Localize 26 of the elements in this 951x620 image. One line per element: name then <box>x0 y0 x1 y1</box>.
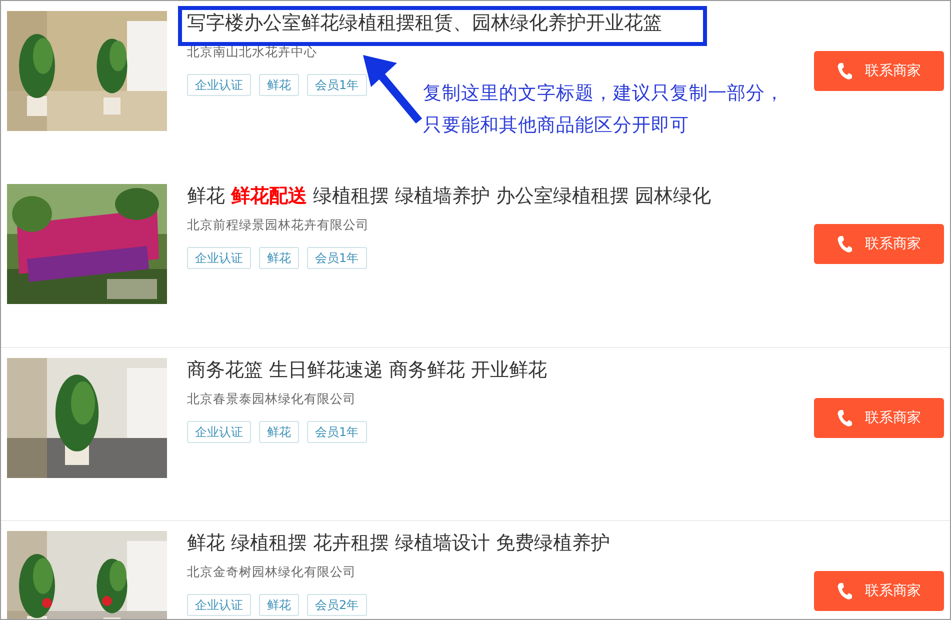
phone-icon <box>837 62 853 80</box>
phone-icon <box>837 409 853 427</box>
pointer-arrow <box>363 55 422 124</box>
phone-icon <box>837 235 853 253</box>
tag: 鲜花 <box>259 247 299 269</box>
company-name: 北京金奇树园林绿化有限公司 <box>187 563 357 581</box>
tag: 企业认证 <box>187 594 251 616</box>
tag: 会员1年 <box>307 74 367 96</box>
tag: 鲜花 <box>259 74 299 96</box>
tag: 会员1年 <box>307 421 367 443</box>
tag: 会员2年 <box>307 594 367 616</box>
company-name: 北京春景泰园林绿化有限公司 <box>187 390 357 408</box>
listing-title[interactable]: 鲜花 鲜花配送 绿植租摆 绿植墙养护 办公室绿植租摆 园林绿化 <box>187 184 814 208</box>
tag: 企业认证 <box>187 421 251 443</box>
listing-title[interactable]: 鲜花 绿植租摆 花卉租摆 绿植墙设计 免费绿植养护 <box>187 531 814 555</box>
tag: 鲜花 <box>259 421 299 443</box>
tag: 企业认证 <box>187 74 251 96</box>
company-name: 北京南山北水花卉中心 <box>187 43 318 61</box>
listing-title[interactable]: 商务花篮 生日鲜花速递 商务鲜花 开业鲜花 <box>187 358 814 382</box>
phone-icon <box>837 582 853 600</box>
tag: 会员1年 <box>307 247 367 269</box>
listing-title[interactable]: 写字楼办公室鲜花绿植租摆租赁、园林绿化养护开业花篮 <box>187 11 814 35</box>
annotation-text: 复制这里的文字标题，建议只复制一部分， 只要能和其他商品能区分开即可 <box>423 82 784 138</box>
tag: 鲜花 <box>259 594 299 616</box>
company-name: 北京前程绿景园林花卉有限公司 <box>187 216 370 234</box>
tag: 企业认证 <box>187 247 251 269</box>
